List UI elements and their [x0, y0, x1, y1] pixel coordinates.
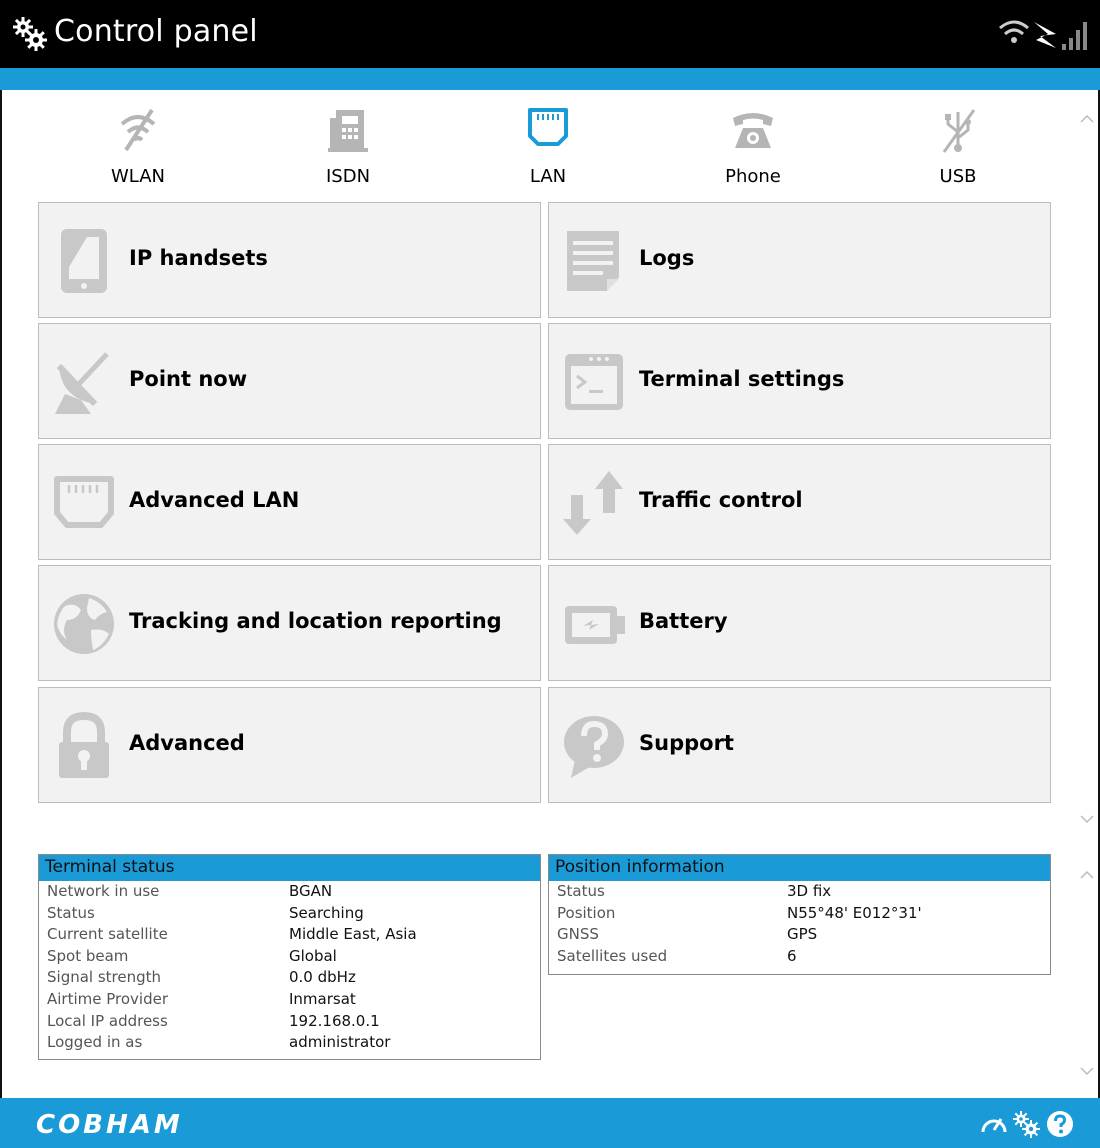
- tab-label: WLAN: [110, 166, 166, 187]
- tab-phone[interactable]: Phone: [693, 102, 813, 194]
- tile-advanced-lan[interactable]: Advanced LAN: [38, 444, 541, 560]
- tile-tracking[interactable]: Tracking and location reporting: [38, 565, 541, 681]
- tab-label: ISDN: [325, 166, 371, 187]
- satellite-dish-icon: [55, 352, 109, 414]
- wifi-off-icon: [120, 108, 156, 152]
- scroll-down-icon[interactable]: [1080, 812, 1094, 826]
- gears-icon[interactable]: [1012, 1110, 1040, 1138]
- status-row: Status Searching: [47, 903, 364, 922]
- tab-wlan[interactable]: WLAN: [78, 102, 198, 194]
- scroll-down-icon[interactable]: [1080, 1064, 1094, 1078]
- tile-label: Advanced LAN: [129, 488, 300, 512]
- tile-label: Traffic control: [639, 488, 803, 512]
- scroll-up-icon[interactable]: [1080, 112, 1094, 126]
- tab-label: LAN: [529, 166, 567, 187]
- tile-label: Tracking and location reporting: [129, 609, 502, 633]
- interface-tabs: WLAN ISDN LAN Phone USB: [36, 102, 1056, 194]
- accent-bar: [0, 68, 1100, 90]
- cobham-logo: COBHAM: [36, 1110, 183, 1140]
- terminal-icon: [565, 354, 623, 410]
- tile-traffic-control[interactable]: Traffic control: [548, 444, 1051, 560]
- help-icon[interactable]: [1046, 1110, 1074, 1138]
- status-row: Spot beam Global: [47, 946, 337, 965]
- gears-icon[interactable]: [12, 16, 48, 52]
- tile-label: IP handsets: [129, 246, 268, 270]
- signal-status-icon: [999, 20, 1087, 50]
- tab-usb[interactable]: USB: [898, 102, 1018, 194]
- tile-label: Logs: [639, 246, 695, 270]
- status-row: Status 3D fix: [557, 882, 832, 900]
- status-row: Airtime Provider Inmarsat: [47, 989, 356, 1008]
- status-row: Current satellite Middle East, Asia: [47, 925, 417, 944]
- logs-icon: [567, 231, 619, 291]
- globe-icon: [54, 594, 114, 654]
- tile-label: Advanced: [129, 731, 245, 755]
- help-bubble-icon: [564, 716, 624, 778]
- status-row: Satellites used 6: [557, 946, 797, 965]
- tab-label: Phone: [725, 166, 781, 187]
- padlock-icon: [59, 712, 109, 778]
- tab-isdn[interactable]: ISDN: [288, 102, 408, 194]
- tile-label: Support: [639, 731, 734, 755]
- isdn-phone-icon: [328, 110, 368, 152]
- phone-icon: [733, 113, 773, 148]
- tile-logs[interactable]: Logs: [548, 202, 1051, 318]
- status-row: Logged in as administrator: [47, 1033, 391, 1052]
- tile-terminal-settings[interactable]: Terminal settings: [548, 323, 1051, 439]
- page-title: Control panel: [54, 14, 258, 49]
- status-row: Network in use BGAN: [47, 882, 333, 900]
- position-info-panel: Position information Status 3D fix Positi…: [548, 854, 1051, 975]
- header-bar: Control panel: [0, 0, 1100, 68]
- panel-title: Position information: [549, 855, 1050, 881]
- panel-title: Terminal status: [39, 855, 540, 881]
- tile-point-now[interactable]: Point now: [38, 323, 541, 439]
- lan-port-icon: [54, 476, 114, 528]
- status-row: Position N55°48' E012°31': [557, 903, 922, 922]
- scroll-up-icon[interactable]: [1080, 868, 1094, 882]
- tile-battery[interactable]: Battery: [548, 565, 1051, 681]
- tile-label: Point now: [129, 367, 248, 391]
- battery-icon: [565, 606, 625, 644]
- tile-label: Battery: [639, 609, 728, 633]
- tab-lan[interactable]: LAN: [488, 102, 608, 194]
- tile-support[interactable]: Support: [548, 687, 1051, 803]
- status-row: Signal strength 0.0 dbHz: [47, 968, 356, 987]
- usb-off-icon: [942, 109, 976, 153]
- tile-label: Terminal settings: [639, 367, 845, 391]
- status-row: Local IP address 192.168.0.1: [47, 1011, 380, 1030]
- tab-label: USB: [939, 166, 977, 187]
- status-row: GNSS GPS: [557, 925, 818, 944]
- traffic-arrows-icon: [563, 471, 623, 535]
- footer-bar: COBHAM: [0, 1098, 1100, 1148]
- tile-advanced[interactable]: Advanced: [38, 687, 541, 803]
- terminal-status-panel: Terminal status Network in use BGAN Statu…: [38, 854, 541, 1060]
- ip-handset-icon: [61, 229, 107, 293]
- lan-port-icon: [528, 108, 568, 146]
- tile-ip-handsets[interactable]: IP handsets: [38, 202, 541, 318]
- dashboard-gauge-icon[interactable]: [980, 1110, 1008, 1138]
